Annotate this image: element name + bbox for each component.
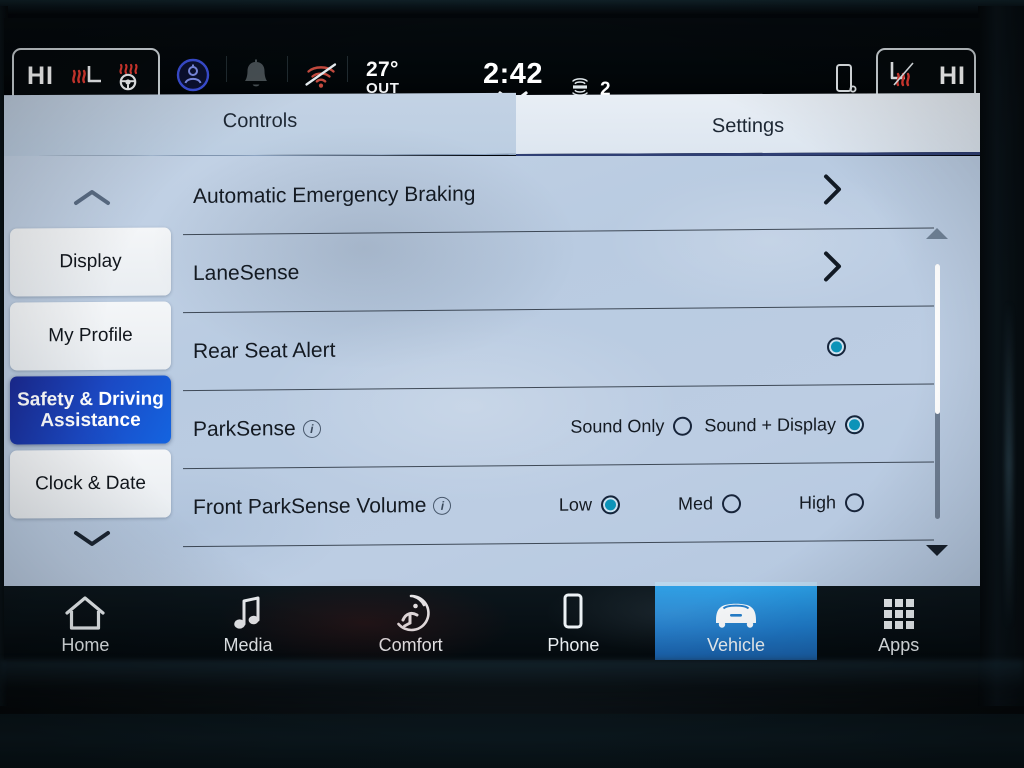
sidebar-item-safety-driving-assistance[interactable]: Safety & Driving Assistance: [10, 375, 171, 445]
setting-row-automatic-emergency-braking[interactable]: Automatic Emergency Braking: [179, 156, 934, 236]
sidebar-item-my-profile[interactable]: My Profile: [10, 301, 171, 371]
nav-item-label: Vehicle: [707, 635, 766, 655]
outside-temperature: 27° OUT: [366, 58, 399, 97]
tab-settings[interactable]: Settings: [516, 92, 980, 158]
rear-seat-alert-radio[interactable]: [827, 336, 846, 356]
status-bar: HI 27° OUT 2:42 2 HI: [4, 18, 980, 105]
nav-item-label: Home: [61, 635, 110, 655]
nav-item-label: Media: [223, 635, 273, 655]
list-scrollbar[interactable]: [894, 156, 980, 586]
option-label: Low: [558, 494, 592, 515]
volume-option-med[interactable]: Med: [678, 493, 741, 515]
status-separator: [287, 56, 288, 82]
clock-time: 2:42: [482, 58, 544, 90]
sidebar-scroll-up-button[interactable]: [4, 178, 179, 222]
chevron-right-icon: [820, 171, 846, 212]
driver-climate-level: HI: [27, 61, 54, 90]
nav-item-home[interactable]: Home: [4, 586, 167, 660]
bottom-navigation-bar: Home Media Comfort Phone Vehicle Apps: [4, 582, 980, 660]
sidebar-item-label: Safety & Driving Assistance: [17, 388, 164, 432]
setting-label: Front ParkSense Volume: [193, 493, 427, 519]
option-label: Med: [677, 492, 713, 514]
dashboard-top-edge: [0, 0, 1024, 14]
sidebar-item-label: Display: [59, 251, 122, 273]
setting-row-lanesense[interactable]: LaneSense: [179, 229, 934, 314]
volume-option-high[interactable]: High: [799, 492, 864, 514]
dashboard-photo: HI 27° OUT 2:42 2 HI Controls Settings D…: [0, 0, 1024, 768]
option-label: Sound Only: [570, 415, 665, 437]
heated-seat-icon: [70, 61, 104, 91]
screen-bezel-right: [978, 6, 1024, 706]
sidebar-item-display[interactable]: Display: [10, 227, 171, 297]
nav-item-vehicle[interactable]: Vehicle: [654, 582, 818, 660]
nav-item-phone[interactable]: Phone: [492, 586, 655, 660]
setting-label: LaneSense: [193, 261, 300, 285]
dashboard-lower-trim: [0, 714, 1024, 768]
setting-label: Rear Seat Alert: [193, 338, 336, 363]
music-note-icon: [230, 592, 266, 632]
sidebar-item-label: Clock & Date: [35, 473, 146, 495]
settings-panel: Display My Profile Safety & Driving Assi…: [4, 156, 980, 586]
chevron-up-icon: [69, 186, 115, 215]
heated-steering-wheel-icon: [113, 61, 143, 91]
bezel-reflection: [1005, 300, 1013, 630]
wifi-off-icon[interactable]: [304, 62, 338, 95]
parksense-option-sound-display[interactable]: Sound + Display: [704, 414, 864, 436]
option-radio[interactable]: [673, 416, 693, 436]
passenger-climate-level: HI: [939, 61, 966, 90]
row-divider: [183, 539, 934, 548]
chevron-down-icon: [69, 526, 115, 555]
nav-item-label: Comfort: [378, 635, 443, 655]
tab-controls[interactable]: Controls: [4, 92, 516, 158]
option-radio[interactable]: [845, 414, 864, 434]
home-icon: [63, 592, 107, 632]
setting-label-group: ParkSense i: [193, 417, 321, 442]
nav-item-label: Apps: [878, 635, 920, 655]
comfort-climate-icon: [390, 592, 432, 632]
phone-icon: [558, 592, 588, 632]
dashboard-sheen: [0, 660, 1024, 710]
apps-grid-icon: [879, 592, 919, 632]
tab-settings-label: Settings: [711, 114, 785, 138]
tab-controls-label: Controls: [222, 109, 298, 133]
scrollbar-thumb[interactable]: [934, 264, 940, 414]
parksense-option-sound-only[interactable]: Sound Only: [570, 415, 693, 437]
scrollbar-track[interactable]: [934, 264, 940, 519]
settings-list: Automatic Emergency Braking LaneSense Re…: [179, 156, 934, 586]
triangle-up-icon[interactable]: [924, 226, 950, 246]
temperature-value: 27°: [366, 58, 399, 81]
setting-label: Automatic Emergency Braking: [193, 182, 476, 208]
option-label: High: [798, 491, 836, 513]
option-label: Sound + Display: [704, 413, 836, 436]
status-separator: [347, 56, 348, 82]
volume-option-low[interactable]: Low: [559, 494, 620, 516]
setting-label-group: Front ParkSense Volume i: [193, 493, 452, 520]
car-front-icon: [710, 592, 762, 632]
setting-row-front-parksense-volume[interactable]: Front ParkSense Volume i Low Med High: [179, 463, 934, 548]
sidebar-item-label: My Profile: [48, 325, 133, 347]
option-radio[interactable]: [845, 492, 864, 512]
setting-row-rear-seat-alert[interactable]: Rear Seat Alert: [179, 307, 934, 392]
nav-item-comfort[interactable]: Comfort: [329, 586, 492, 660]
setting-row-parksense[interactable]: ParkSense i Sound Only Sound + Display: [179, 385, 934, 470]
option-radio[interactable]: [600, 494, 620, 514]
nav-item-label: Phone: [547, 635, 600, 655]
triangle-down-icon[interactable]: [924, 543, 950, 563]
chevron-right-icon: [820, 248, 846, 289]
driver-profile-icon[interactable]: [176, 58, 210, 97]
settings-category-sidebar: Display My Profile Safety & Driving Assi…: [4, 156, 179, 586]
bell-icon[interactable]: [241, 58, 271, 97]
nav-item-media[interactable]: Media: [167, 586, 330, 660]
info-icon[interactable]: i: [433, 496, 452, 515]
nav-item-apps[interactable]: Apps: [817, 586, 980, 660]
tab-bar: Controls Settings: [4, 92, 980, 158]
setting-label: ParkSense: [193, 417, 296, 441]
sidebar-item-clock-date[interactable]: Clock & Date: [10, 449, 171, 519]
sidebar-scroll-down-button[interactable]: [4, 518, 179, 562]
option-radio[interactable]: [721, 493, 741, 513]
info-icon[interactable]: i: [302, 419, 321, 439]
status-separator: [226, 56, 227, 82]
heated-seat-icon: [884, 58, 918, 95]
infotainment-screen: HI 27° OUT 2:42 2 HI Controls Settings D…: [4, 18, 980, 660]
